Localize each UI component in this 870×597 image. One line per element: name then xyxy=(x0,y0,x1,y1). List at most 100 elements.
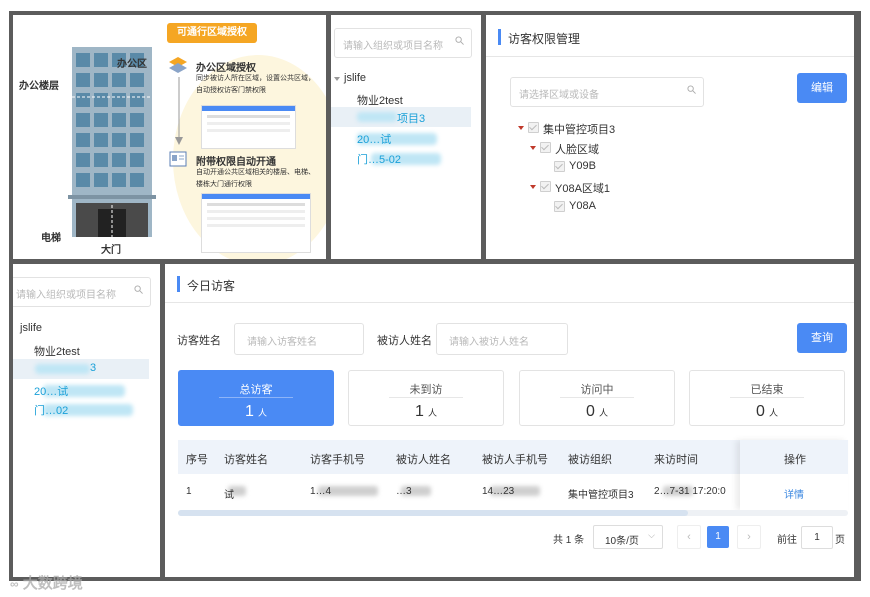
col-time: 来访时间 xyxy=(654,454,698,466)
expand-caret-icon[interactable] xyxy=(530,146,536,150)
stat-value: 1 xyxy=(415,403,424,420)
stat-divider xyxy=(560,397,634,398)
col-index: 序号 xyxy=(186,454,208,466)
scrollbar-thumb[interactable] xyxy=(178,510,688,516)
org-tree-panel-bottom: 请输入组织或项目名称 jslife 物业2test 3 20…试 门…02 xyxy=(13,264,160,577)
step2-desc: 自动开通公共区域相关的楼层、电梯、楼栋大门通行权限 xyxy=(196,169,315,188)
page-size-value: 10条/页 xyxy=(605,536,639,547)
search-icon xyxy=(455,36,464,45)
watermark-text: 大数跨境 xyxy=(22,575,83,592)
visitor-name-label: 访客姓名 xyxy=(177,335,221,347)
stat-value: 0 xyxy=(586,403,595,420)
total-count: 共 1 条 xyxy=(553,535,585,546)
tree-selected-row[interactable]: 3 xyxy=(13,359,149,379)
layers-icon xyxy=(169,57,187,73)
tree-item-wuye[interactable]: 物业2test xyxy=(34,343,80,359)
watermark-logo-icon: ∞ xyxy=(10,577,19,591)
edit-button[interactable]: 编辑 xyxy=(797,73,847,103)
goto-page-input[interactable]: 1 xyxy=(801,526,833,549)
stat-label: 未到访 xyxy=(409,384,443,396)
search-icon xyxy=(687,85,696,94)
checkbox-y08a[interactable] xyxy=(554,201,565,212)
checkbox-y09b[interactable] xyxy=(554,161,565,172)
col-host-name: 被访人姓名 xyxy=(396,454,451,466)
step1-title: 办公区域授权 xyxy=(196,63,256,74)
stat-total-visitors[interactable]: 总访客 1人 xyxy=(178,370,334,426)
step2-screenshot xyxy=(201,193,311,253)
divider xyxy=(165,302,854,303)
watermark: ∞ 大数跨境 xyxy=(10,572,83,593)
org-search-input[interactable]: 请输入组织或项目名称 xyxy=(13,277,151,307)
tree-item-door[interactable]: 门…5-02 xyxy=(357,151,401,167)
permission-title: 访客权限管理 xyxy=(508,32,581,46)
host-name-input[interactable]: 请输入被访人姓名 xyxy=(436,323,568,355)
org-search-placeholder: 请输入组织或项目名称 xyxy=(16,290,116,301)
cell-phone: 1…4 xyxy=(310,486,332,497)
horizontal-scrollbar[interactable] xyxy=(178,510,848,516)
expand-caret-icon[interactable] xyxy=(518,126,524,130)
stat-unit: 人 xyxy=(427,408,437,418)
tree-root[interactable]: jslife xyxy=(20,322,42,334)
checkbox-project[interactable] xyxy=(528,122,539,133)
chevron-down-icon: ⌵ xyxy=(648,530,655,540)
stat-unit: 人 xyxy=(598,408,608,418)
tree-expand-icon[interactable] xyxy=(334,77,340,81)
col-action: 操作 xyxy=(784,454,806,466)
checkbox-y08a-area[interactable] xyxy=(540,181,551,192)
step2-title: 附带权限自动开通 xyxy=(196,157,276,168)
stat-divider xyxy=(389,397,463,398)
tree-selected-row[interactable]: 项目3 xyxy=(331,107,471,127)
gate-label: 大门 xyxy=(101,245,121,256)
stat-value: 0 xyxy=(756,403,765,420)
tree-item-test[interactable]: 20…试 xyxy=(357,131,391,147)
perm-tree-root: 集中管控项目3 xyxy=(543,124,616,136)
title-accent xyxy=(177,276,180,292)
area-select-placeholder: 请选择区域或设备 xyxy=(519,90,599,101)
tree-item-test[interactable]: 20…试 xyxy=(34,383,68,399)
stat-not-arrived[interactable]: 未到访 1人 xyxy=(348,370,504,426)
today-visitors-title: 今日访客 xyxy=(187,279,236,293)
office-floor-label: 办公楼层 xyxy=(19,81,59,92)
cell-org: 集中管控项目3 xyxy=(568,490,634,501)
access-badge: 可通行区域授权 xyxy=(167,23,257,43)
cell-time: 2…7-31 17:20:0 xyxy=(654,486,726,497)
org-search-input[interactable]: 请输入组织或项目名称 xyxy=(334,28,472,58)
next-page-button[interactable]: › xyxy=(737,525,761,549)
cell-host: …3 xyxy=(396,486,412,497)
visitor-name-input[interactable]: 请输入访客姓名 xyxy=(234,323,364,355)
step1-desc: 同步被访人所在区域，设置公共区域，自动授权访客门禁权限 xyxy=(196,75,315,94)
stat-unit: 人 xyxy=(768,408,778,418)
perm-tree-area1: 人脸区域 xyxy=(555,144,599,156)
stat-label: 总访客 xyxy=(239,384,273,396)
expand-caret-icon[interactable] xyxy=(530,185,536,189)
area-device-select[interactable]: 请选择区域或设备 xyxy=(510,77,704,107)
title-accent xyxy=(498,29,501,45)
stat-divider xyxy=(219,397,293,398)
host-name-placeholder: 请输入被访人姓名 xyxy=(449,337,529,348)
host-name-label: 被访人姓名 xyxy=(377,335,432,347)
perm-tree-device2: Y08A xyxy=(569,200,596,212)
stat-visiting[interactable]: 访问中 0人 xyxy=(519,370,675,426)
divider xyxy=(486,56,854,57)
checkbox-face-area[interactable] xyxy=(540,142,551,153)
tree-item-wuye[interactable]: 物业2test xyxy=(357,92,403,108)
search-icon xyxy=(134,285,143,294)
cell-host-phone: 14…23 xyxy=(482,486,515,497)
current-page[interactable]: 1 xyxy=(707,526,729,548)
stat-label: 已结束 xyxy=(750,384,784,396)
tree-item-door[interactable]: 门…02 xyxy=(34,402,68,418)
today-visitors-panel: 今日访客 访客姓名 请输入访客姓名 被访人姓名 请输入被访人姓名 查询 总访客 … xyxy=(165,264,854,577)
stat-value: 1 xyxy=(245,403,254,420)
building-illustration xyxy=(68,47,156,237)
detail-link[interactable]: 详情 xyxy=(784,486,804,501)
page-size-select[interactable]: 10条/页 ⌵ xyxy=(593,525,663,549)
stat-ended[interactable]: 已结束 0人 xyxy=(689,370,845,426)
stat-unit: 人 xyxy=(257,408,267,418)
prev-page-button[interactable]: ‹ xyxy=(677,525,701,549)
cell-visitor: 试 xyxy=(224,490,234,501)
col-visitor-name: 访客姓名 xyxy=(224,454,268,466)
query-button[interactable]: 查询 xyxy=(797,323,847,353)
org-search-placeholder: 请输入组织或项目名称 xyxy=(343,41,443,52)
illustration-panel: 办公楼层 办公区 电梯 大门 可通行区域授权 办公区域授权 同步被访人所在区域，… xyxy=(13,15,326,259)
tree-root[interactable]: jslife xyxy=(344,72,366,84)
